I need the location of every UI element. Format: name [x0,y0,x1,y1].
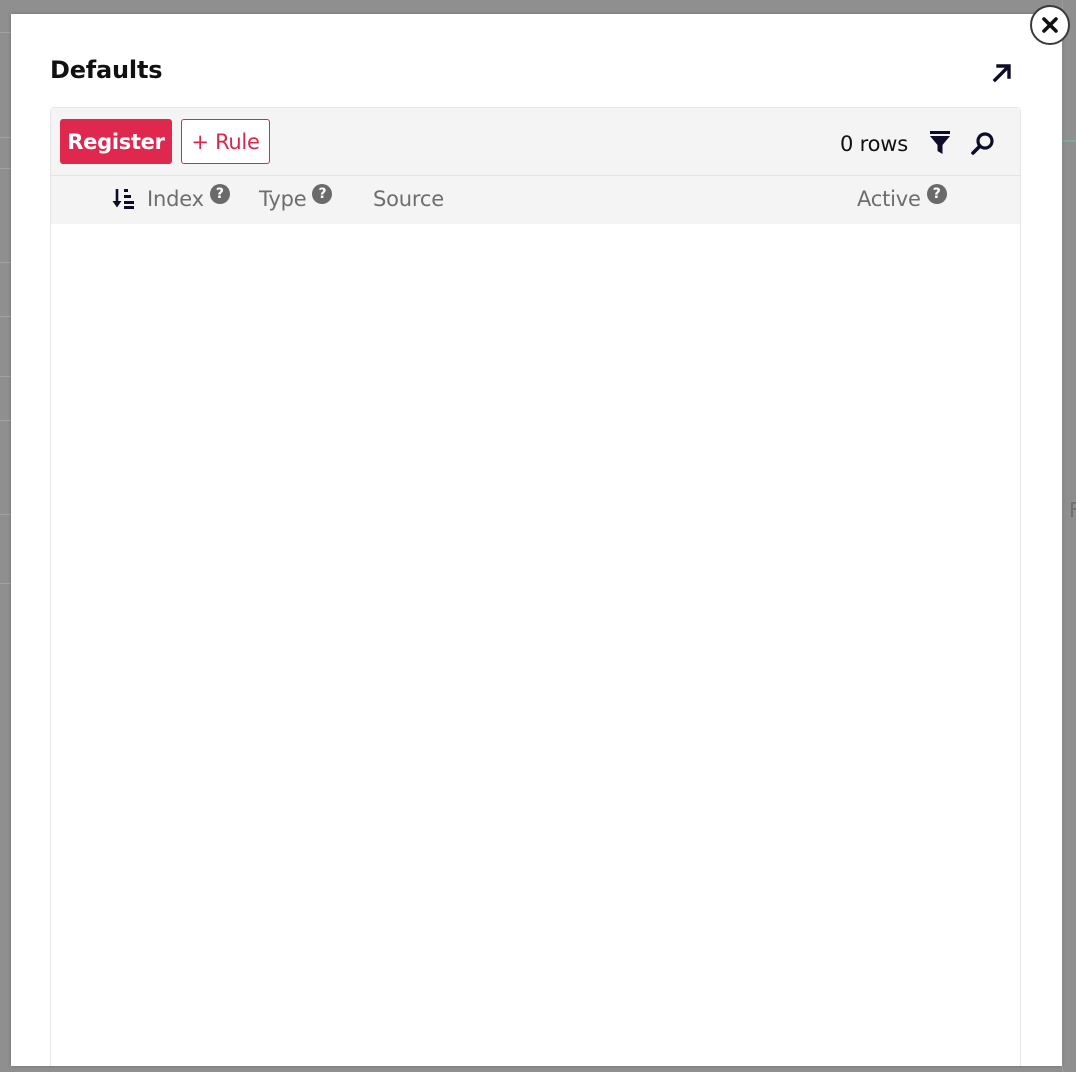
rows-count: 0 rows [840,132,908,156]
column-header-index[interactable]: Index ? [112,184,230,211]
column-label: Index [147,187,204,211]
arrow-up-right-icon [992,64,1011,83]
background-accent-line [1062,140,1076,142]
table-body [51,224,1020,1067]
table-header-row: Index ? Type ? Source Active ? [51,176,1020,224]
add-rule-button[interactable]: + Rule [181,119,270,164]
search-icon [971,132,994,155]
background-divider [1062,0,1063,1072]
filter-icon [930,131,950,154]
table-toolbar: Register + Rule 0 rows [51,108,1020,176]
help-icon[interactable]: ? [312,184,333,204]
column-header-type[interactable]: Type ? [259,184,333,211]
sort-descending-icon[interactable] [112,188,136,210]
defaults-modal: Defaults Register + Rule 0 rows Index ? … [11,14,1062,1066]
help-icon[interactable]: ? [209,184,230,204]
filter-button[interactable] [928,130,952,156]
close-icon [1042,17,1058,33]
background-text-fragment: F [1069,498,1076,522]
column-label: Type [259,187,307,211]
column-label: Active [857,187,921,211]
rules-table-panel: Register + Rule 0 rows Index ? Type ? So… [50,107,1021,1066]
column-header-source[interactable]: Source [373,187,444,211]
column-label: Source [373,187,444,211]
column-header-active[interactable]: Active ? [857,184,947,211]
search-button[interactable] [969,130,997,158]
help-icon[interactable]: ? [926,184,947,204]
expand-button[interactable] [987,58,1017,88]
register-button[interactable]: Register [60,119,172,164]
modal-title: Defaults [50,56,163,84]
close-button[interactable] [1030,5,1070,45]
